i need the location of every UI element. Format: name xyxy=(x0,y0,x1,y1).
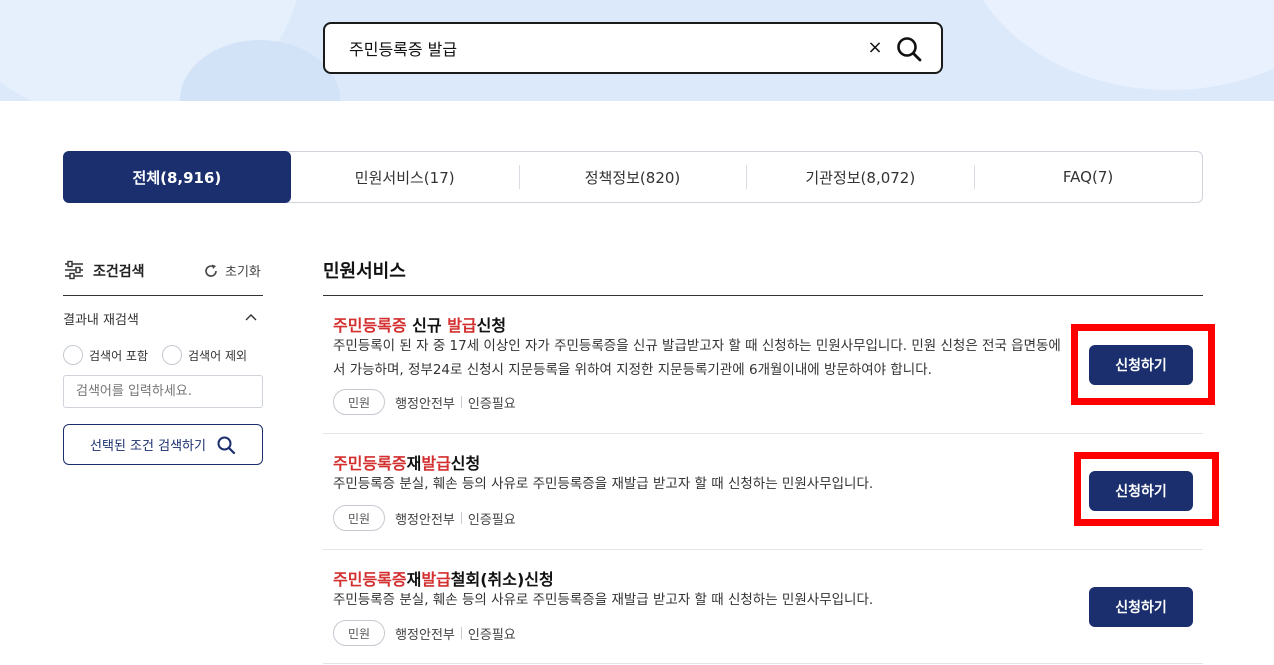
tab-all[interactable]: 전체(8,916) xyxy=(63,151,291,203)
clear-icon[interactable]: × xyxy=(865,37,885,59)
filter-sliders-icon xyxy=(65,260,83,280)
condition-search-label: 선택된 조건 검색하기 xyxy=(90,439,206,454)
category-tabs: 전체(8,916) 민원서비스(17) 정책정보(820) 기관정보(8,072… xyxy=(63,151,1203,203)
result-item: 주민등록증재발급신청 주민등록증 분실, 훼손 등의 사유로 주민등록증을 재발… xyxy=(323,450,1203,550)
reset-button[interactable]: 초기화 xyxy=(203,261,261,280)
tab-agency-info[interactable]: 기관정보(8,072) xyxy=(746,152,974,202)
result-meta: 민원 행정안전부 인증필요 xyxy=(333,620,516,646)
title-text: 신규 xyxy=(406,316,448,335)
annotation-highlight-box xyxy=(1074,452,1219,526)
reset-label: 초기화 xyxy=(225,265,261,280)
result-description: 주민등록이 된 자 중 17세 이상인 자가 주민등록증을 신규 발급받고자 할… xyxy=(333,338,1061,378)
meta-separator xyxy=(460,512,462,524)
tab-civil-service[interactable]: 민원서비스(17) xyxy=(291,152,519,202)
refine-label: 결과내 재검색 xyxy=(63,313,139,328)
radio-include-label: 검색어 포함 xyxy=(89,348,149,363)
agency-name: 행정안전부 xyxy=(395,396,455,412)
meta-separator xyxy=(460,627,462,639)
tab-policy-info[interactable]: 정책정보(820) xyxy=(518,152,747,202)
category-tag: 민원 xyxy=(333,505,386,531)
radio-exclude-label: 검색어 제외 xyxy=(188,348,248,363)
search-input[interactable] xyxy=(349,38,849,57)
chevron-up-icon[interactable] xyxy=(245,312,257,324)
title-highlight: 발급 xyxy=(421,454,451,473)
result-item: 주민등록증재발급철회(취소)신청 주민등록증 분실, 훼손 등의 사유로 주민등… xyxy=(323,566,1203,665)
apply-button[interactable]: 신청하기 xyxy=(1089,587,1193,627)
auth-required: 인증필요 xyxy=(467,396,516,412)
row-divider xyxy=(323,549,1203,550)
title-text: 재 xyxy=(406,570,422,589)
sidebar-title: 조건검색 xyxy=(93,264,145,280)
result-title[interactable]: 주민등록증재발급철회(취소)신청 xyxy=(333,566,554,590)
result-description: 주민등록증 분실, 훼손 등의 사유로 주민등록증을 재발급 받고자 할 때 신… xyxy=(333,592,874,608)
search-bar: × xyxy=(323,22,943,74)
radio-circle[interactable] xyxy=(63,345,83,365)
title-highlight: 주민등록증 xyxy=(333,570,407,589)
title-text: 철회(취소)신청 xyxy=(450,570,554,589)
refine-toggle[interactable]: 결과내 재검색 xyxy=(63,309,263,329)
title-highlight: 주민등록증 xyxy=(333,316,407,335)
meta-separator xyxy=(460,396,462,408)
category-tag: 민원 xyxy=(333,620,386,646)
result-meta: 민원 행정안전부 인증필요 xyxy=(333,505,516,531)
refine-options: 검색어 포함 검색어 제외 xyxy=(63,345,257,365)
auth-required: 인증필요 xyxy=(467,512,516,528)
annotation-highlight-box xyxy=(1071,324,1215,405)
search-icon[interactable] xyxy=(895,35,923,63)
result-title[interactable]: 주민등록증 신규 발급신청 xyxy=(333,312,506,336)
condition-search-button[interactable]: 선택된 조건 검색하기 xyxy=(63,424,263,465)
sidebar-divider xyxy=(63,295,263,296)
agency-name: 행정안전부 xyxy=(395,627,455,643)
refresh-icon xyxy=(205,264,217,277)
result-title[interactable]: 주민등록증재발급신청 xyxy=(333,450,480,474)
auth-required: 인증필요 xyxy=(467,627,516,643)
tab-faq[interactable]: FAQ(7) xyxy=(974,152,1202,202)
result-meta: 민원 행정안전부 인증필요 xyxy=(333,389,516,415)
title-highlight: 주민등록증 xyxy=(333,454,407,473)
hero-decoration xyxy=(960,0,1274,90)
sidebar-header: 조건검색 초기화 xyxy=(63,259,263,281)
row-divider xyxy=(323,433,1203,434)
search-icon xyxy=(217,436,236,454)
refine-search-input[interactable] xyxy=(63,375,263,408)
radio-exclude[interactable]: 검색어 제외 xyxy=(162,345,247,365)
radio-include[interactable]: 검색어 포함 xyxy=(63,345,148,365)
section-divider xyxy=(323,295,1203,296)
title-text: 신청 xyxy=(476,316,507,335)
radio-circle[interactable] xyxy=(162,345,183,365)
category-tag: 민원 xyxy=(333,389,386,415)
title-text: 신청 xyxy=(450,454,481,473)
title-text: 재 xyxy=(406,454,422,473)
row-divider xyxy=(323,663,1203,664)
section-title: 민원서비스 xyxy=(323,261,406,282)
result-description: 주민등록증 분실, 훼손 등의 사유로 주민등록증을 재발급 받고자 할 때 신… xyxy=(333,476,874,492)
title-highlight: 발급 xyxy=(447,316,477,335)
agency-name: 행정안전부 xyxy=(395,512,455,528)
title-highlight: 발급 xyxy=(421,570,451,589)
